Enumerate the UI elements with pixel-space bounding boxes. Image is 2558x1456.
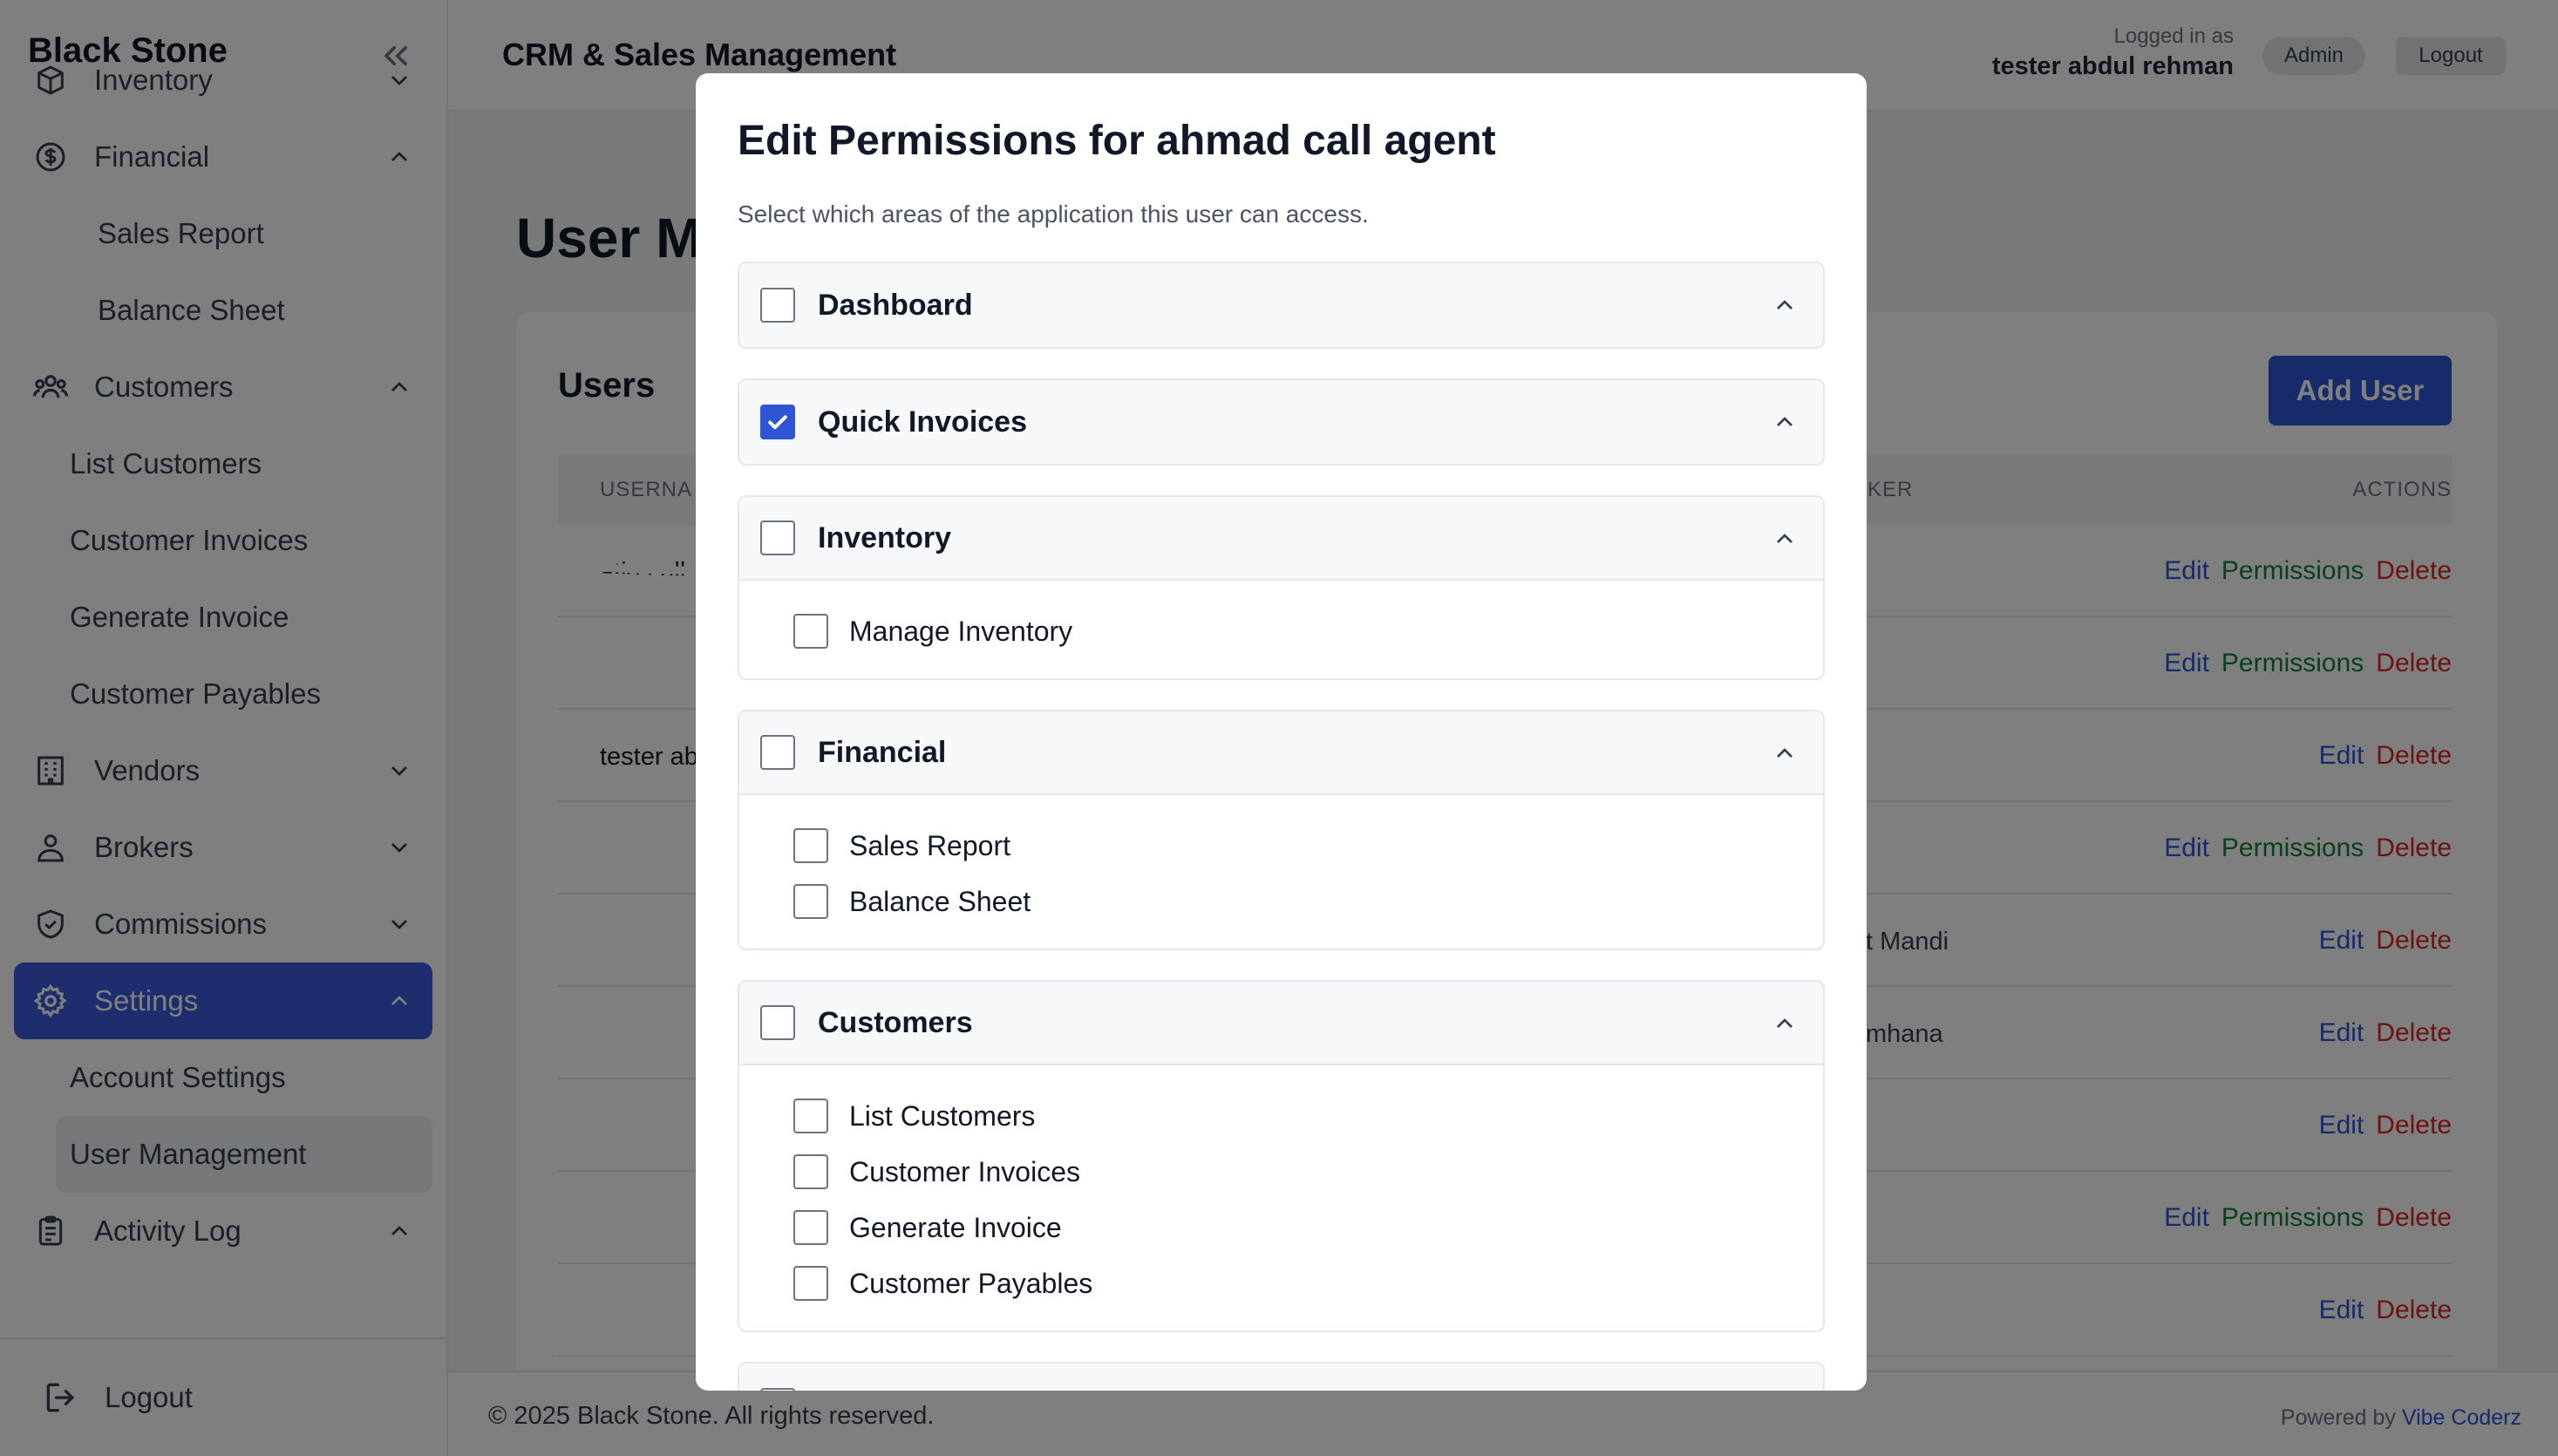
modal-title: Edit Permissions for ahmad call agent bbox=[738, 118, 1496, 164]
chevron-up-icon[interactable] bbox=[1771, 1010, 1799, 1038]
permission-checkbox[interactable] bbox=[793, 884, 828, 919]
permission-group-header[interactable]: Vendors bbox=[739, 1364, 1823, 1391]
permission-checkbox[interactable] bbox=[793, 1154, 828, 1189]
permission-checkbox[interactable] bbox=[793, 1099, 828, 1133]
permission-group-header[interactable]: Financial bbox=[739, 711, 1823, 795]
permission-item[interactable]: Customer Invoices bbox=[793, 1144, 1823, 1200]
permission-children: Sales Report Balance Sheet bbox=[739, 795, 1823, 949]
edit-permissions-modal: Edit Permissions for ahmad call agent Se… bbox=[696, 73, 1867, 1391]
permission-item-label: List Customers bbox=[849, 1099, 1036, 1132]
permission-checkbox[interactable] bbox=[793, 1210, 828, 1245]
permission-group-label: Quick Invoices bbox=[818, 405, 1027, 439]
permission-group-header[interactable]: Dashboard bbox=[739, 263, 1823, 347]
permission-item-label: Customer Invoices bbox=[849, 1155, 1080, 1187]
permission-group-label: Dashboard bbox=[818, 288, 973, 322]
permission-item-label: Sales Report bbox=[849, 829, 1010, 861]
permission-children: Manage Inventory bbox=[739, 581, 1823, 678]
permission-item[interactable]: Sales Report bbox=[793, 818, 1823, 874]
permission-group-header[interactable]: Inventory bbox=[739, 497, 1823, 581]
permission-group-label: Inventory bbox=[818, 520, 952, 555]
permission-group: Vendors bbox=[738, 1362, 1825, 1391]
permission-item-label: Generate Invoice bbox=[849, 1211, 1062, 1243]
permission-item[interactable]: List Customers bbox=[793, 1088, 1823, 1144]
permission-item[interactable]: Generate Invoice bbox=[793, 1200, 1823, 1255]
permission-checkbox[interactable] bbox=[760, 288, 795, 323]
chevron-up-icon[interactable] bbox=[1771, 525, 1799, 553]
permission-list: Dashboard Quick Invoices Inventory Manage I… bbox=[738, 262, 1825, 1391]
permission-group-label: Financial bbox=[818, 735, 947, 769]
permission-item[interactable]: Customer Payables bbox=[793, 1255, 1823, 1311]
chevron-up-icon[interactable] bbox=[1771, 291, 1799, 319]
permission-group: Customers List Customers Customer Invoices… bbox=[738, 980, 1825, 1332]
permission-group-header[interactable]: Quick Invoices bbox=[739, 380, 1823, 464]
permission-checkbox[interactable] bbox=[760, 405, 795, 439]
permission-item-label: Manage Inventory bbox=[849, 615, 1073, 647]
permission-checkbox[interactable] bbox=[793, 828, 828, 863]
permission-group: Inventory Manage Inventory bbox=[738, 495, 1825, 680]
permission-checkbox[interactable] bbox=[760, 735, 795, 770]
modal-subtitle: Select which areas of the application th… bbox=[738, 201, 1369, 228]
permission-item-label: Customer Payables bbox=[849, 1267, 1093, 1299]
permission-item[interactable]: Manage Inventory bbox=[793, 603, 1823, 659]
permission-group: Dashboard bbox=[738, 262, 1825, 349]
permission-group-label: Customers bbox=[818, 1005, 973, 1039]
chevron-up-icon[interactable] bbox=[1771, 408, 1799, 436]
permission-item-label: Balance Sheet bbox=[849, 885, 1031, 917]
permission-checkbox[interactable] bbox=[793, 1266, 828, 1301]
permission-group-label: Vendors bbox=[818, 1389, 935, 1391]
permission-children: List Customers Customer Invoices Generate … bbox=[739, 1065, 1823, 1330]
permission-group: Financial Sales Report Balance Sheet bbox=[738, 710, 1825, 950]
permission-group-header[interactable]: Customers bbox=[739, 982, 1823, 1065]
permission-checkbox[interactable] bbox=[760, 1388, 795, 1391]
permission-group: Quick Invoices bbox=[738, 378, 1825, 466]
permission-item[interactable]: Balance Sheet bbox=[793, 874, 1823, 929]
permission-checkbox[interactable] bbox=[760, 520, 795, 555]
chevron-up-icon[interactable] bbox=[1771, 739, 1799, 767]
permission-checkbox[interactable] bbox=[793, 614, 828, 649]
permission-checkbox[interactable] bbox=[760, 1005, 795, 1040]
